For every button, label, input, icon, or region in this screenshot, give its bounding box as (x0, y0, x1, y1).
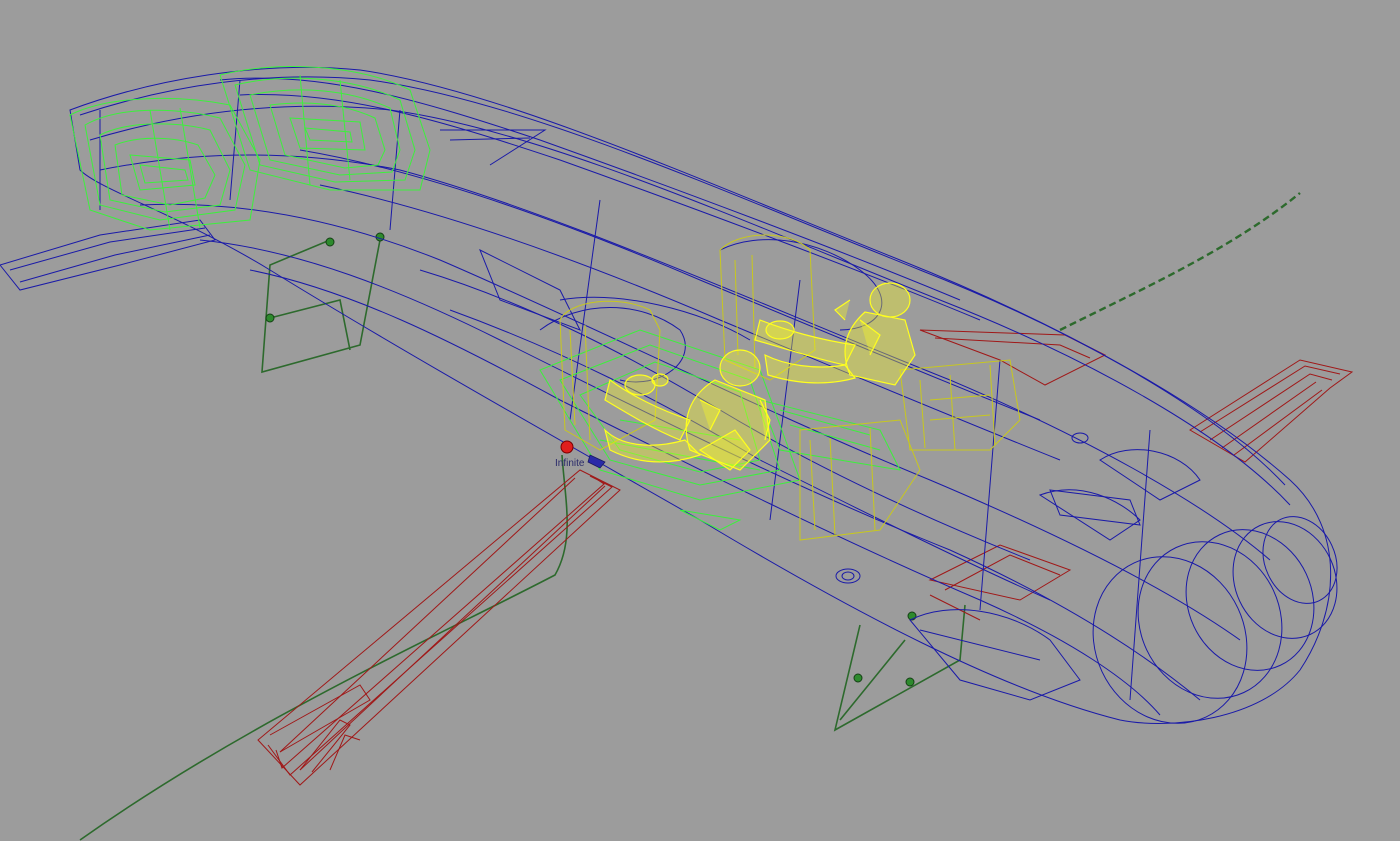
passenger-manikin[interactable] (754, 282, 916, 386)
wing-left[interactable] (257, 469, 621, 786)
wireframe-scene[interactable] (0, 0, 1400, 841)
guide-curve[interactable] (79, 192, 1301, 841)
driver-manikin[interactable] (603, 349, 771, 471)
fuselage-body[interactable] (0, 66, 1356, 748)
wing-right[interactable] (1189, 359, 1354, 463)
infinite-label: Infinite (555, 458, 585, 469)
3d-viewport[interactable]: Infinite (0, 0, 1400, 841)
